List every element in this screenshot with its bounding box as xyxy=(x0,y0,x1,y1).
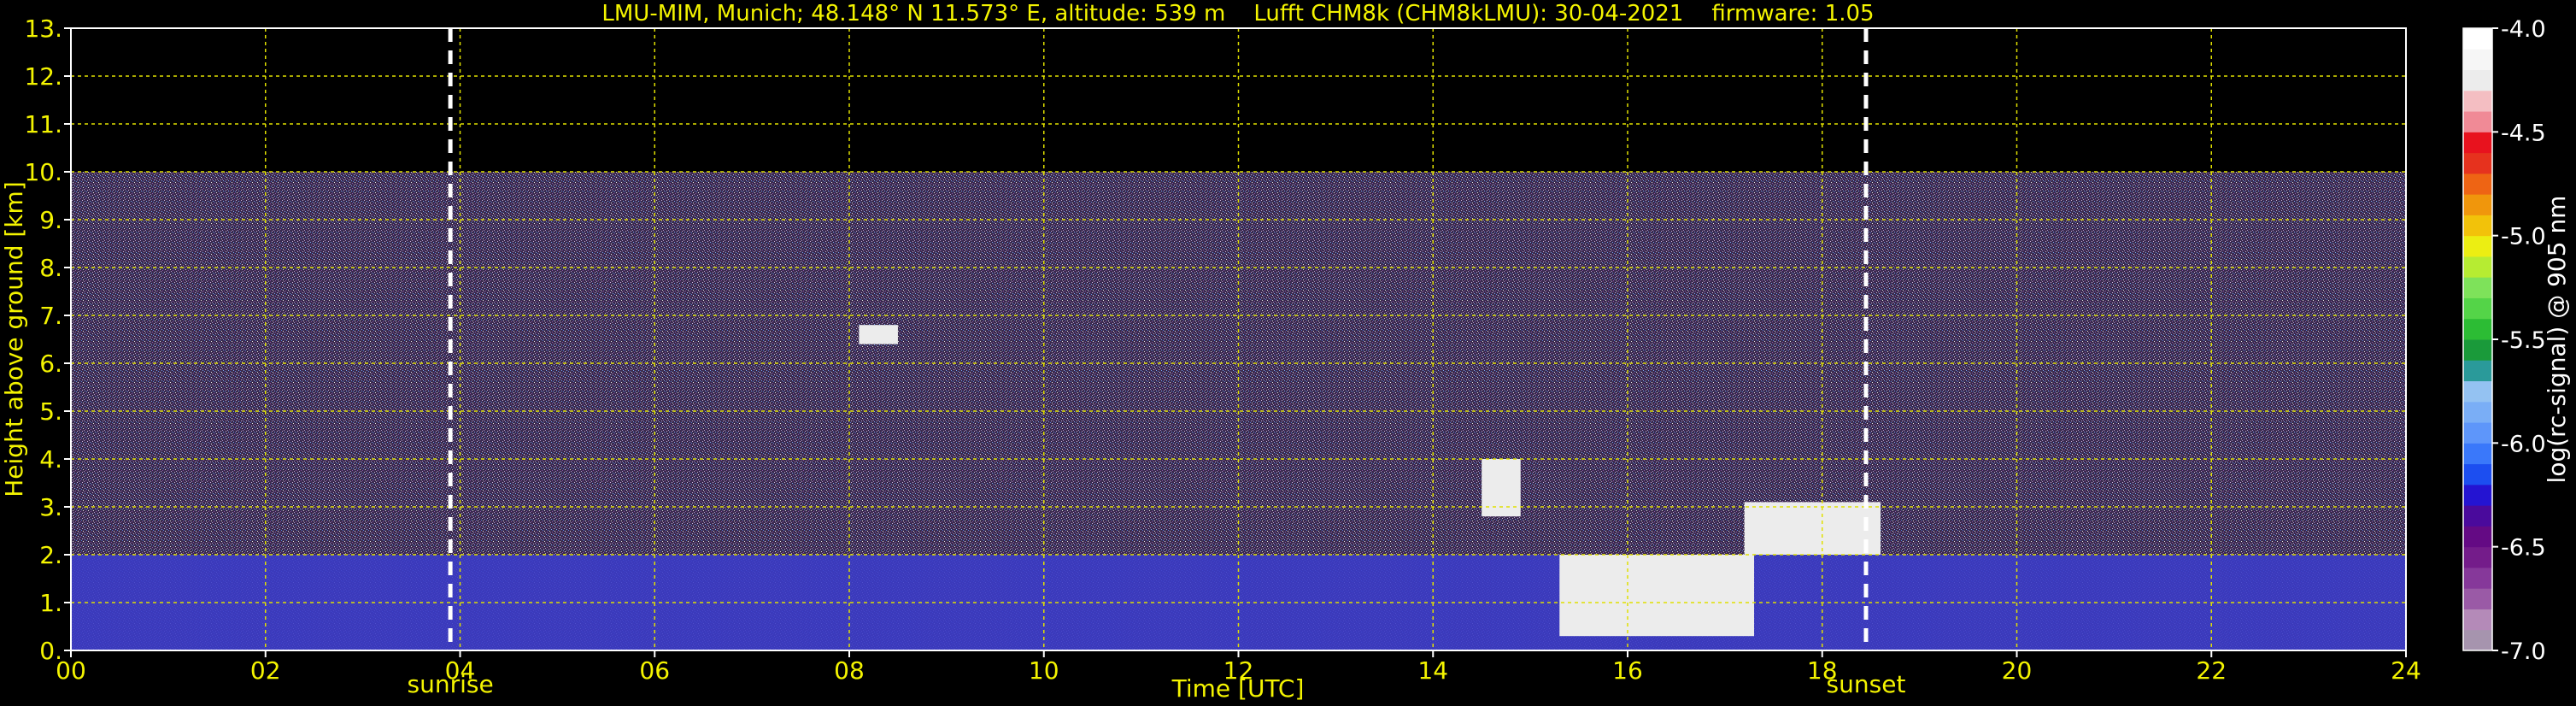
x-tick-label: 20 xyxy=(2002,656,2033,685)
cloud-region xyxy=(1559,555,1755,637)
colorbar-segment xyxy=(2463,318,2492,340)
colorbar: -4.0 -4.5 -5.0 -5.5 -6.0 -6.5 -7.0 xyxy=(2462,16,2546,665)
colorbar-tick-label: -4.5 xyxy=(2501,120,2546,146)
colorbar-tick-label: -6.0 xyxy=(2501,431,2546,457)
x-tick-label: 16 xyxy=(1612,656,1643,685)
x-tick-label: 14 xyxy=(1417,656,1448,685)
colorbar-segment xyxy=(2463,173,2492,195)
colorbar-segment xyxy=(2463,256,2492,278)
y-tick-label: 9. xyxy=(39,206,62,234)
colorbar-segment xyxy=(2463,505,2492,527)
colorbar-tick-label: -7.0 xyxy=(2501,638,2546,665)
colorbar-segment xyxy=(2463,463,2492,485)
y-tick-label: 1. xyxy=(39,589,62,617)
y-tick-label: 12. xyxy=(24,62,62,91)
y-axis-label: Height above ground [km] xyxy=(0,181,28,497)
y-tick-label: 4. xyxy=(39,445,62,474)
colorbar-segment xyxy=(2463,132,2492,154)
y-tick-label: 11. xyxy=(24,110,62,138)
colorbar-segment xyxy=(2463,235,2492,257)
x-tick-label: 06 xyxy=(639,656,670,685)
x-tick-label: 10 xyxy=(1029,656,1059,685)
colorbar-segment xyxy=(2463,49,2492,71)
colorbar-tick-label: -5.5 xyxy=(2501,327,2546,354)
colorbar-segment xyxy=(2463,339,2492,361)
x-axis-label: Time [UTC] xyxy=(1171,674,1305,703)
colorbar-segment xyxy=(2463,111,2492,132)
x-tick-label: 08 xyxy=(834,656,865,685)
colorbar-segment xyxy=(2463,360,2492,382)
cloud-region xyxy=(1482,459,1521,517)
colorbar-segment xyxy=(2463,215,2492,237)
y-tick-label: 3. xyxy=(39,493,62,521)
colorbar-segment xyxy=(2463,484,2492,506)
colorbar-tick-label: -5.0 xyxy=(2501,224,2546,250)
x-tick-label: 02 xyxy=(250,656,281,685)
colorbar-segment xyxy=(2463,69,2492,91)
cloud-region xyxy=(1744,502,1881,555)
colorbar-segment xyxy=(2463,443,2492,465)
x-tick-label: 24 xyxy=(2391,656,2421,685)
y-tick-label: 13. xyxy=(24,15,62,43)
colorbar-segment xyxy=(2463,277,2492,298)
y-tick-label: 6. xyxy=(39,350,62,378)
colorbar-segment xyxy=(2463,526,2492,548)
y-tick-label: 7. xyxy=(39,302,62,330)
colorbar-segment xyxy=(2463,194,2492,215)
colorbar-segment xyxy=(2463,380,2492,403)
cloud-region xyxy=(859,325,898,344)
colorbar-segment xyxy=(2463,401,2492,423)
sunset-label: sunset xyxy=(1827,670,1906,698)
colorbar-segment xyxy=(2463,152,2492,174)
colorbar-segment xyxy=(2463,588,2492,609)
colorbar-segment xyxy=(2463,28,2492,50)
colorbar-segment xyxy=(2463,297,2492,320)
y-tick-label: 0. xyxy=(39,637,62,665)
colorbar-segment xyxy=(2463,546,2492,568)
colorbar-label: log(rc-signal) @ 905 nm xyxy=(2543,196,2571,484)
colorbar-tick-label: -4.0 xyxy=(2501,16,2546,43)
y-tick-label: 10. xyxy=(24,158,62,186)
colorbar-tick-label: -6.5 xyxy=(2501,535,2546,562)
colorbar-segment xyxy=(2463,422,2492,444)
x-tick-label: 18 xyxy=(1807,656,1838,685)
x-tick-label: 22 xyxy=(2196,656,2227,685)
y-tick-label: 5. xyxy=(39,397,62,426)
chart-title: LMU-MIM, Munich; 48.148° N 11.573° E, al… xyxy=(601,1,1874,26)
colorbar-segment xyxy=(2463,629,2492,651)
y-tick-label: 8. xyxy=(39,254,62,282)
colorbar-segment xyxy=(2463,567,2492,589)
y-tick-label: 2. xyxy=(39,541,62,569)
x-tick-label: 04 xyxy=(445,656,476,685)
y-axis-ticks: 0. 1. 2. 3. 4. 5. 6. 7. 8. 9. 10. 11. 12. 13. xyxy=(24,15,71,665)
ceilometer-chart: sunrise sunset 00 02 04 06 08 10 12 14 16 18 20 22 24… xyxy=(0,1,2571,703)
colorbar-segment xyxy=(2463,609,2492,631)
colorbar-segment xyxy=(2463,90,2492,112)
